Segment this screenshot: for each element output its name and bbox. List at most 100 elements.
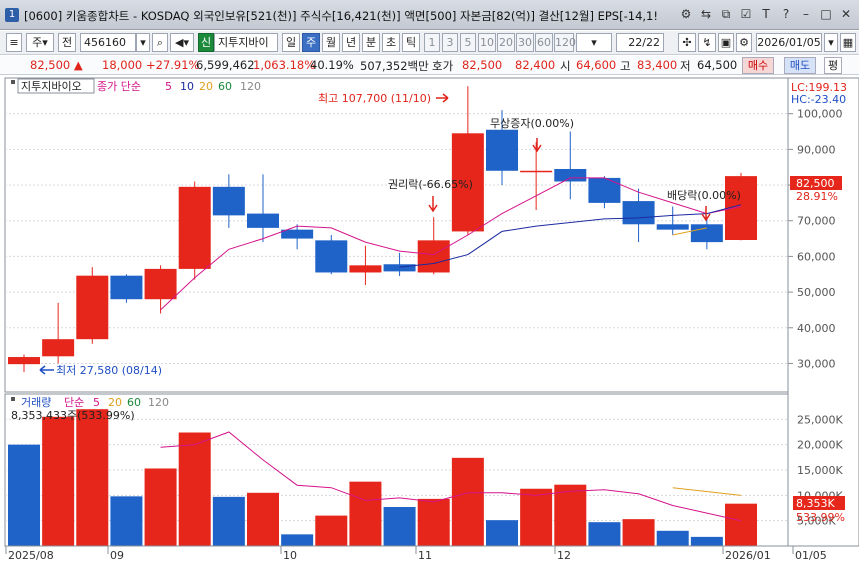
ask-label: 호가 [432, 59, 454, 73]
menu-icon[interactable]: ≡ [6, 33, 22, 52]
title-bar: 1 [0600] 키움종합차트 - KOSDAQ 외국인보유[521(천)] 주… [0, 0, 859, 30]
trade-amount: 507,352백만 [360, 59, 429, 73]
help-icon[interactable]: ? [779, 7, 793, 21]
popout-icon[interactable]: ⧉ [719, 7, 733, 21]
candle-body [110, 275, 143, 300]
minimize-icon[interactable]: – [799, 7, 813, 21]
interval-1[interactable]: 1 [424, 33, 440, 52]
interval-10[interactable]: 10 [478, 33, 496, 52]
volume-bar [349, 481, 382, 546]
chart-toolbar: ≡ 주▾ 전 456160 ▾ ⌕ ◀▾ 신 지투지바이 일 주 월 년 분 초… [0, 31, 859, 55]
tab-second[interactable]: 초 [382, 33, 400, 52]
open-label: 시 [560, 59, 571, 73]
candle-body [520, 170, 553, 173]
bonus-annotation: 무상증자(0.00%) [490, 117, 574, 130]
ma10-legend[interactable]: 10 [180, 80, 194, 93]
ma5-legend[interactable]: 5 [165, 80, 172, 93]
tab-month[interactable]: 월 [322, 33, 340, 52]
candle-body [76, 275, 109, 340]
volume-bar [520, 488, 553, 546]
search-icon[interactable]: ⌕ [152, 33, 168, 52]
ma-legend-label[interactable]: 종가 단순 [97, 80, 141, 93]
candle-body [554, 168, 587, 182]
candle-body [622, 201, 655, 225]
interval-3[interactable]: 3 [442, 33, 458, 52]
stock-name: 지투지바이 [214, 33, 278, 52]
date-dropdown-icon[interactable]: ▾ [824, 33, 838, 52]
low-label: 저 [680, 59, 691, 73]
tab-week[interactable]: 주 [302, 33, 320, 52]
interval-20[interactable]: 20 [497, 33, 515, 52]
high-annotation: 최고 107,700 (11/10) [318, 92, 431, 105]
indicator-icon[interactable]: ↯ [698, 33, 716, 52]
tab-year[interactable]: 년 [342, 33, 360, 52]
whole-toggle[interactable]: 전 [58, 33, 76, 52]
vol-ma5-legend[interactable]: 5 [93, 396, 100, 409]
save-icon[interactable]: ▣ [718, 33, 734, 52]
candle-body [349, 265, 382, 273]
price-tick-label: 90,000 [797, 143, 836, 156]
interval-120[interactable]: 120 [554, 33, 576, 52]
vol-ma60-legend[interactable]: 60 [127, 396, 141, 409]
current-price-label: 82,500 [796, 177, 835, 190]
settings-icon[interactable]: ⚙ [679, 7, 693, 21]
volume-bar [315, 515, 348, 546]
maximize-icon[interactable]: □ [819, 7, 833, 21]
current-price: 82,500 ▲ [30, 58, 83, 72]
x-axis-label: 2026/01 [725, 549, 771, 562]
price-panel[interactable] [4, 77, 789, 393]
tab-day[interactable]: 일 [282, 33, 300, 52]
interval-custom-select[interactable]: ▾ [576, 33, 612, 52]
candle-body [144, 268, 177, 300]
volume-tick-label: 20,000K [797, 439, 843, 452]
vol-ma20-legend[interactable]: 20 [108, 396, 122, 409]
tab-tick[interactable]: 틱 [402, 33, 420, 52]
volume-bar [588, 522, 621, 546]
x-axis-label: 2025/08 [8, 549, 54, 562]
period-select[interactable]: 주▾ [26, 33, 54, 52]
stock-code-input[interactable]: 456160 [80, 33, 136, 52]
tab-minute[interactable]: 분 [362, 33, 380, 52]
high-label: 고 [620, 59, 631, 73]
config-icon[interactable]: ⚙ [736, 33, 752, 52]
chart-area[interactable]: 100,00090,00080,00070,00060,00050,00040,… [0, 76, 859, 563]
eval-button[interactable]: 평 [824, 57, 842, 74]
candle-body [656, 224, 689, 230]
crosshair-icon[interactable]: ✣ [678, 33, 696, 52]
x-axis-label: 11 [418, 549, 432, 562]
period-label: 주 [32, 36, 43, 49]
stock-chart[interactable]: 100,00090,00080,00070,00060,00050,00040,… [0, 76, 859, 563]
x-axis-label: 12 [557, 549, 571, 562]
buy-button[interactable]: 매수 [742, 57, 774, 74]
checkbox-icon[interactable]: ☑ [739, 7, 753, 21]
high-price: 83,400 [637, 58, 678, 72]
link-icon[interactable]: ⇆ [699, 7, 713, 21]
price-tick-label: 50,000 [797, 286, 836, 299]
pin-icon[interactable]: T [759, 7, 773, 21]
price-value: 82,500 [30, 58, 71, 72]
volume-bar [212, 496, 245, 546]
date-input[interactable]: 2026/01/05 [756, 33, 822, 52]
hc-value: HC:-23.40 [791, 93, 846, 106]
sell-button[interactable]: 매도 [784, 57, 816, 74]
ma120-legend[interactable]: 120 [240, 80, 261, 93]
trade-volume: 6,599,462 [196, 58, 255, 72]
code-dropdown-icon[interactable]: ▾ [136, 33, 150, 52]
volume-bar [622, 519, 655, 546]
interval-60[interactable]: 60 [535, 33, 553, 52]
interval-5[interactable]: 5 [460, 33, 476, 52]
close-icon[interactable]: ✕ [839, 7, 853, 21]
ma20-legend[interactable]: 20 [199, 80, 213, 93]
volume-bar [247, 492, 279, 546]
up-arrow-icon: ▲ [73, 58, 83, 72]
vol-ma120-legend[interactable]: 120 [148, 396, 169, 409]
interval-30[interactable]: 30 [516, 33, 534, 52]
volume-bar [451, 457, 484, 546]
candle-body [212, 186, 245, 216]
x-axis-labels: 2025/08 09 10 11 12 2026/01 01/05 [5, 546, 827, 562]
page-total: /22 [642, 36, 660, 49]
speaker-icon[interactable]: ◀▾ [170, 33, 194, 52]
volume-ma-legend[interactable]: 단순 [64, 396, 84, 409]
ma60-legend[interactable]: 60 [218, 80, 232, 93]
calendar-icon[interactable]: ▦ [840, 33, 856, 52]
